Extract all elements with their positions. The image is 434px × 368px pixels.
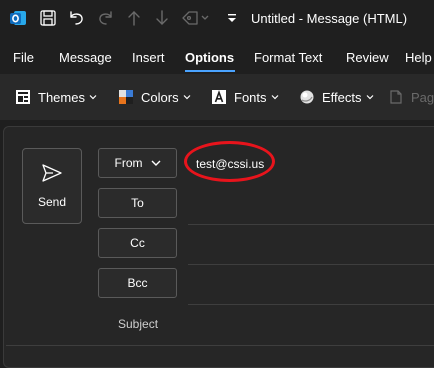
- bcc-field[interactable]: [190, 270, 434, 298]
- send-icon: [41, 163, 63, 188]
- effects-label: Effects: [322, 89, 362, 105]
- cc-label: Cc: [130, 236, 145, 250]
- page-color-button: Pag: [388, 87, 434, 107]
- from-label: From: [114, 156, 143, 170]
- colors-icon: [118, 89, 134, 105]
- subject-label: Subject: [118, 317, 159, 331]
- themes-icon: [15, 89, 31, 105]
- cc-field[interactable]: [190, 230, 434, 258]
- send-button[interactable]: Send: [22, 148, 82, 224]
- themes-button[interactable]: Themes: [15, 87, 97, 107]
- subject-field[interactable]: [190, 311, 434, 339]
- tab-format-text[interactable]: Format Text: [254, 50, 322, 65]
- down-arrow-icon: [152, 8, 172, 28]
- chevron-down-icon: [151, 160, 160, 166]
- tab-message[interactable]: Message: [59, 50, 112, 65]
- customize-toolbar-icon[interactable]: [222, 8, 242, 28]
- redo-icon: [96, 8, 116, 28]
- fonts-icon: [211, 89, 227, 105]
- to-field[interactable]: [190, 190, 434, 218]
- effects-dropdown-icon: [366, 95, 373, 100]
- menu-bar: File Message Insert Options Format Text …: [0, 42, 434, 72]
- tab-insert[interactable]: Insert: [132, 50, 165, 65]
- active-tab-indicator: [185, 70, 235, 72]
- send-label: Send: [37, 195, 67, 209]
- themes-label: Themes: [38, 89, 85, 105]
- themes-dropdown-icon: [89, 95, 97, 100]
- cc-button[interactable]: Cc: [98, 228, 177, 258]
- to-label: To: [131, 196, 144, 210]
- title-bar: Untitled - Message (HTML): [0, 0, 434, 38]
- fonts-dropdown-icon: [271, 95, 278, 100]
- highlight-ring: [184, 141, 275, 182]
- tab-review[interactable]: Review: [346, 50, 389, 65]
- save-icon[interactable]: [38, 8, 58, 28]
- undo-icon[interactable]: [66, 8, 86, 28]
- page-color-label: Pag: [411, 89, 434, 105]
- colors-label: Colors: [141, 89, 179, 105]
- window-title: Untitled - Message (HTML): [251, 11, 408, 26]
- cc-field-underline: [188, 264, 434, 265]
- up-arrow-icon: [124, 8, 144, 28]
- tab-options[interactable]: Options: [185, 50, 234, 65]
- bcc-button[interactable]: Bcc: [98, 268, 177, 298]
- outlook-logo-icon: [8, 8, 28, 28]
- tab-file[interactable]: File: [13, 50, 34, 65]
- ribbon: Themes Colors Fonts Effects Pag: [0, 74, 434, 120]
- tag-icon: [178, 8, 212, 28]
- subject-field-underline: [6, 345, 434, 346]
- page-color-icon: [388, 89, 404, 105]
- bcc-field-underline: [188, 304, 434, 305]
- fonts-button[interactable]: Fonts: [211, 87, 279, 107]
- to-button[interactable]: To: [98, 188, 177, 218]
- bcc-label: Bcc: [127, 276, 148, 290]
- colors-button[interactable]: Colors: [118, 87, 191, 107]
- from-button[interactable]: From: [98, 148, 177, 178]
- effects-icon: [299, 89, 315, 105]
- colors-dropdown-icon: [183, 95, 191, 100]
- fonts-label: Fonts: [234, 89, 267, 105]
- effects-button[interactable]: Effects: [299, 87, 374, 107]
- tab-help[interactable]: Help: [405, 50, 432, 65]
- to-field-underline: [188, 224, 434, 225]
